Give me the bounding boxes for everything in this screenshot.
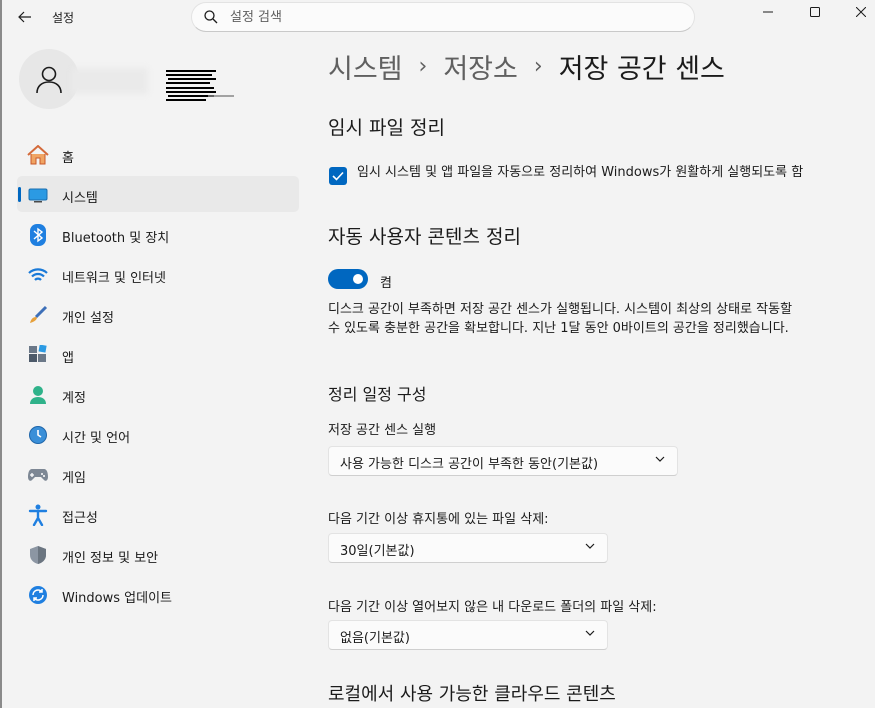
title-bar: 설정 (0, 0, 875, 34)
minimize-button[interactable] (745, 0, 791, 24)
sidebar-item-privacy-security[interactable]: 개인 정보 및 보안 (17, 536, 299, 572)
downloads-dropdown[interactable]: 없음(기본값) (328, 620, 608, 650)
minimize-icon (763, 11, 773, 13)
temp-files-checkbox-label: 임시 시스템 및 앱 파일을 자동으로 정리하여 Windows가 원활하게 실… (357, 165, 804, 180)
sidebar-item-label: Windows 업데이트 (62, 591, 173, 606)
sidebar-nav: 홈 시스템 Bluetooth 및 장치 네트워크 및 인터넷 개인 설정 앱 (17, 136, 299, 616)
sidebar-item-label: 앱 (62, 351, 74, 366)
person-icon (36, 66, 62, 94)
apps-icon (27, 344, 49, 366)
search-icon (204, 10, 218, 24)
sidebar-item-time-language[interactable]: 시간 및 언어 (17, 416, 299, 452)
downloads-dropdown-value: 없음(기본값) (340, 631, 410, 646)
recycle-bin-dropdown[interactable]: 30일(기본값) (328, 533, 608, 563)
avatar[interactable] (19, 49, 79, 109)
checkmark-icon (332, 171, 344, 181)
app-title: 설정 (52, 11, 75, 25)
chevron-down-icon (655, 456, 665, 462)
recycle-bin-label: 다음 기간 이상 휴지통에 있는 파일 삭제: (328, 512, 549, 527)
back-arrow-icon (18, 11, 31, 23)
system-icon (27, 184, 49, 206)
sidebar-item-bluetooth[interactable]: Bluetooth 및 장치 (17, 216, 299, 252)
accessibility-icon (27, 504, 49, 526)
sidebar-item-label: 시간 및 언어 (62, 431, 131, 446)
close-icon (856, 7, 866, 17)
sidebar-item-label: 개인 정보 및 보안 (62, 551, 159, 566)
cloud-content-heading: 로컬에서 사용 가능한 클라우드 콘텐츠 (328, 684, 616, 705)
sidebar-item-personalization[interactable]: 개인 설정 (17, 296, 299, 332)
sidebar-item-label: 개인 설정 (62, 311, 114, 326)
temp-files-checkbox[interactable] (329, 167, 347, 185)
search-box[interactable] (191, 2, 695, 32)
wifi-icon (27, 264, 49, 286)
sidebar-item-label: 접근성 (62, 511, 98, 526)
home-icon (27, 144, 49, 166)
breadcrumb-separator-icon: › (418, 54, 428, 79)
bluetooth-icon (27, 224, 49, 246)
sidebar-item-label: 시스템 (62, 191, 98, 206)
sidebar-item-apps[interactable]: 앱 (17, 336, 299, 372)
storage-sense-toggle[interactable] (328, 269, 368, 289)
sidebar-item-label: 게임 (62, 471, 86, 486)
breadcrumb-storage[interactable]: 저장소 (443, 47, 518, 86)
redaction-scribble (166, 70, 234, 101)
downloads-label: 다음 기간 이상 열어보지 않은 내 다운로드 폴더의 파일 삭제: (328, 600, 657, 615)
run-label: 저장 공간 센스 실행 (328, 423, 437, 438)
user-name-redacted (72, 68, 148, 94)
page-title: 저장 공간 센스 (558, 54, 725, 85)
sidebar-item-label: 네트워크 및 인터넷 (62, 271, 166, 286)
sidebar-item-system[interactable]: 시스템 (17, 176, 299, 212)
sidebar-item-label: 홈 (62, 151, 74, 166)
breadcrumb: 시스템 › 저장소 › 저장 공간 센스 (328, 47, 725, 86)
schedule-heading: 정리 일정 구성 (328, 385, 427, 404)
back-button[interactable] (12, 5, 38, 29)
search-input[interactable] (230, 7, 670, 27)
maximize-button[interactable] (792, 0, 838, 24)
sidebar-item-gaming[interactable]: 게임 (17, 456, 299, 492)
close-button[interactable] (838, 0, 875, 24)
chevron-down-icon (585, 630, 595, 636)
sidebar-item-label: 계정 (62, 391, 86, 406)
gamepad-icon (27, 464, 49, 486)
run-dropdown[interactable]: 사용 가능한 디스크 공간이 부족한 동안(기본값) (328, 446, 678, 476)
storage-sense-description: 디스크 공간이 부족하면 저장 공간 센스가 실행됩니다. 시스템이 최상의 상… (328, 302, 793, 336)
sidebar-item-network[interactable]: 네트워크 및 인터넷 (17, 256, 299, 292)
account-icon (27, 384, 49, 406)
sidebar-item-home[interactable]: 홈 (17, 136, 299, 172)
sidebar-item-label: Bluetooth 및 장치 (62, 231, 170, 246)
window-left-edge (0, 0, 2, 708)
breadcrumb-separator-icon: › (533, 54, 543, 79)
shield-icon (27, 544, 49, 566)
breadcrumb-system[interactable]: 시스템 (328, 47, 403, 86)
brush-icon (27, 304, 49, 326)
toggle-state-label: 켬 (380, 276, 392, 291)
clock-globe-icon (27, 424, 49, 446)
temp-files-heading: 임시 파일 정리 (328, 117, 445, 139)
auto-cleanup-heading: 자동 사용자 콘텐츠 정리 (328, 226, 521, 248)
sidebar-item-accessibility[interactable]: 접근성 (17, 496, 299, 532)
sidebar-item-windows-update[interactable]: Windows 업데이트 (17, 576, 299, 612)
maximize-icon (810, 7, 820, 17)
update-icon (27, 584, 49, 606)
recycle-bin-dropdown-value: 30일(기본값) (340, 544, 415, 559)
chevron-down-icon (585, 543, 595, 549)
sidebar-item-accounts[interactable]: 계정 (17, 376, 299, 412)
run-dropdown-value: 사용 가능한 디스크 공간이 부족한 동안(기본값) (340, 457, 599, 472)
